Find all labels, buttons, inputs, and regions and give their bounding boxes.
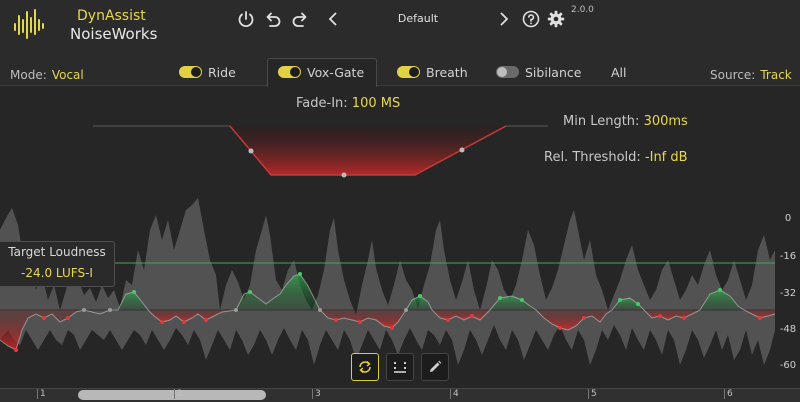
timeline-marker-5: 5	[591, 389, 597, 399]
gear-icon[interactable]	[545, 8, 567, 30]
app-name-line2: NoiseWorks	[70, 25, 158, 43]
gate-envelope-graph[interactable]	[0, 85, 800, 195]
timeline-marker-1: 1	[40, 389, 46, 399]
app-name-line1: DynAssist	[77, 8, 146, 24]
help-icon[interactable]	[520, 8, 542, 30]
min-length-handle[interactable]	[341, 172, 347, 178]
preset-name[interactable]: Default	[360, 12, 476, 25]
timeline-tick	[450, 389, 451, 399]
timeline-marker-4: 4	[453, 389, 459, 399]
timeline-tick	[724, 389, 725, 399]
target-loudness-value[interactable]: -24.0 LUFS-I	[0, 266, 114, 280]
source-value[interactable]: Track	[760, 68, 791, 82]
header-bar: DynAssist NoiseWorks Default 2.0.0	[0, 0, 800, 56]
timeline-scroll-thumb[interactable]	[78, 390, 266, 400]
range-icon	[394, 362, 406, 373]
range-button[interactable]	[386, 353, 414, 381]
vox-gate-toggle[interactable]	[278, 66, 301, 78]
chevron-left-icon[interactable]	[324, 8, 342, 30]
timeline-marker-3: 3	[315, 389, 321, 399]
db-tick-48: -48	[779, 324, 797, 335]
timeline-marker-6: 6	[727, 389, 733, 399]
undo-icon[interactable]	[262, 8, 284, 30]
sibilance-toggle[interactable]	[496, 66, 519, 78]
version-label: 2.0.0	[571, 5, 594, 15]
ride-toggle[interactable]	[179, 66, 202, 78]
redo-icon[interactable]	[289, 8, 311, 30]
db-tick-60: -60	[779, 360, 797, 371]
tab-sibilance[interactable]: Sibilance	[496, 60, 581, 84]
mode-label: Mode:	[10, 68, 47, 82]
pencil-icon	[430, 360, 442, 372]
gate-closed-area	[230, 126, 506, 175]
source-selector[interactable]: Source: Track	[710, 64, 792, 83]
timeline-tick	[312, 389, 313, 399]
tab-vox-gate-label: Vox-Gate	[307, 64, 365, 80]
source-label: Source:	[710, 68, 756, 82]
db-tick-0: 0	[784, 213, 792, 224]
timeline-tick	[174, 389, 175, 399]
mode-selector[interactable]: Mode: Vocal	[10, 64, 84, 83]
chevron-right-icon[interactable]	[495, 8, 513, 30]
timeline-tick	[37, 389, 38, 399]
target-loudness-label: Target Loudness	[8, 245, 106, 259]
fade-out-handle[interactable]	[459, 147, 465, 153]
timeline-tick	[588, 389, 589, 399]
loop-button[interactable]	[351, 353, 379, 381]
power-icon[interactable]	[235, 8, 257, 30]
tab-all-label: All	[611, 64, 627, 80]
tab-sibilance-label: Sibilance	[525, 64, 582, 80]
tab-vox-gate[interactable]: Vox-Gate	[278, 60, 364, 84]
db-tick-32: -32	[779, 288, 797, 299]
pencil-button[interactable]	[421, 353, 449, 381]
timeline-marker-2: 2	[177, 389, 183, 399]
tab-ride[interactable]: Ride	[179, 60, 236, 84]
fade-in-handle[interactable]	[248, 148, 254, 154]
tab-breath-label: Breath	[426, 64, 468, 80]
db-tick-16: -16	[779, 251, 797, 262]
logo-icon	[14, 9, 44, 39]
tab-breath[interactable]: Breath	[397, 60, 468, 84]
mode-value[interactable]: Vocal	[52, 68, 84, 82]
tab-ride-label: Ride	[208, 64, 236, 80]
breath-toggle[interactable]	[397, 66, 420, 78]
loop-icon	[359, 361, 371, 373]
tab-all[interactable]: All	[611, 60, 627, 84]
